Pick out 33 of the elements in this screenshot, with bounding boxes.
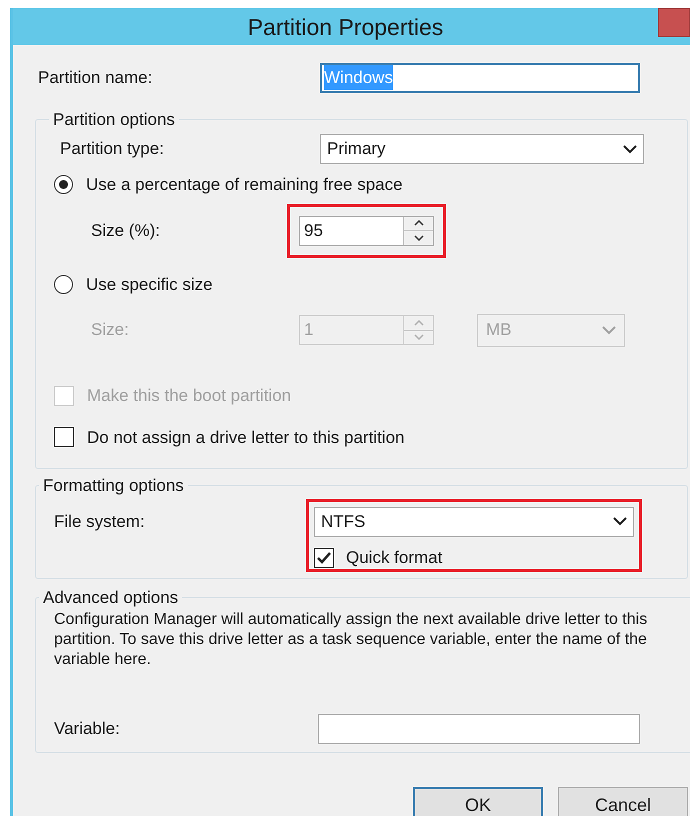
description-text: Configuration Manager will automatically assign the next available drive letter to this partition. To save this drive letter as a task sequence variable, enter the name of the variable here. xyxy=(54,610,648,670)
checkbox[interactable] xyxy=(314,548,334,568)
group-title: Formatting options xyxy=(42,475,185,497)
field-label: Partition type: xyxy=(60,138,165,160)
input-field[interactable] xyxy=(318,714,640,744)
field-label: Size: xyxy=(90,319,130,342)
number-field[interactable]: 95 xyxy=(299,216,434,246)
radio-label: Use a percentage of remaining free space xyxy=(86,174,403,196)
field-label: Partition name: xyxy=(38,66,154,89)
checkbox-label: Quick format xyxy=(346,546,442,569)
field-value: Windows xyxy=(324,64,393,90)
radio-button[interactable] xyxy=(54,175,73,194)
field-value: 1 xyxy=(303,319,314,342)
field-label: File system: xyxy=(54,510,146,532)
field-label: Variable: xyxy=(54,718,121,740)
dialog-button[interactable]: Cancel xyxy=(558,787,688,816)
group-title: Partition options xyxy=(52,108,176,130)
checkbox[interactable] xyxy=(54,427,74,448)
chevron-down-icon xyxy=(623,144,637,154)
field-value: 95 xyxy=(303,220,324,242)
chevron-down-icon xyxy=(613,517,627,526)
chevron-down-icon xyxy=(602,326,616,334)
field-label: Size (%): xyxy=(90,220,161,242)
window-title: Partition Properties xyxy=(248,13,444,42)
dropdown[interactable]: NTFS xyxy=(314,506,634,536)
dropdown[interactable]: Primary xyxy=(320,134,644,164)
dialog-button[interactable]: OK xyxy=(413,787,543,816)
checkmark-icon xyxy=(317,552,331,564)
spinner-buttons[interactable] xyxy=(403,216,433,244)
checkbox-label: Do not assign a drive letter to this partition xyxy=(87,426,404,448)
checkbox-label: Make this the boot partition xyxy=(87,385,292,407)
group-title: Advanced options xyxy=(42,586,180,608)
radio-label: Use specific size xyxy=(86,274,213,296)
